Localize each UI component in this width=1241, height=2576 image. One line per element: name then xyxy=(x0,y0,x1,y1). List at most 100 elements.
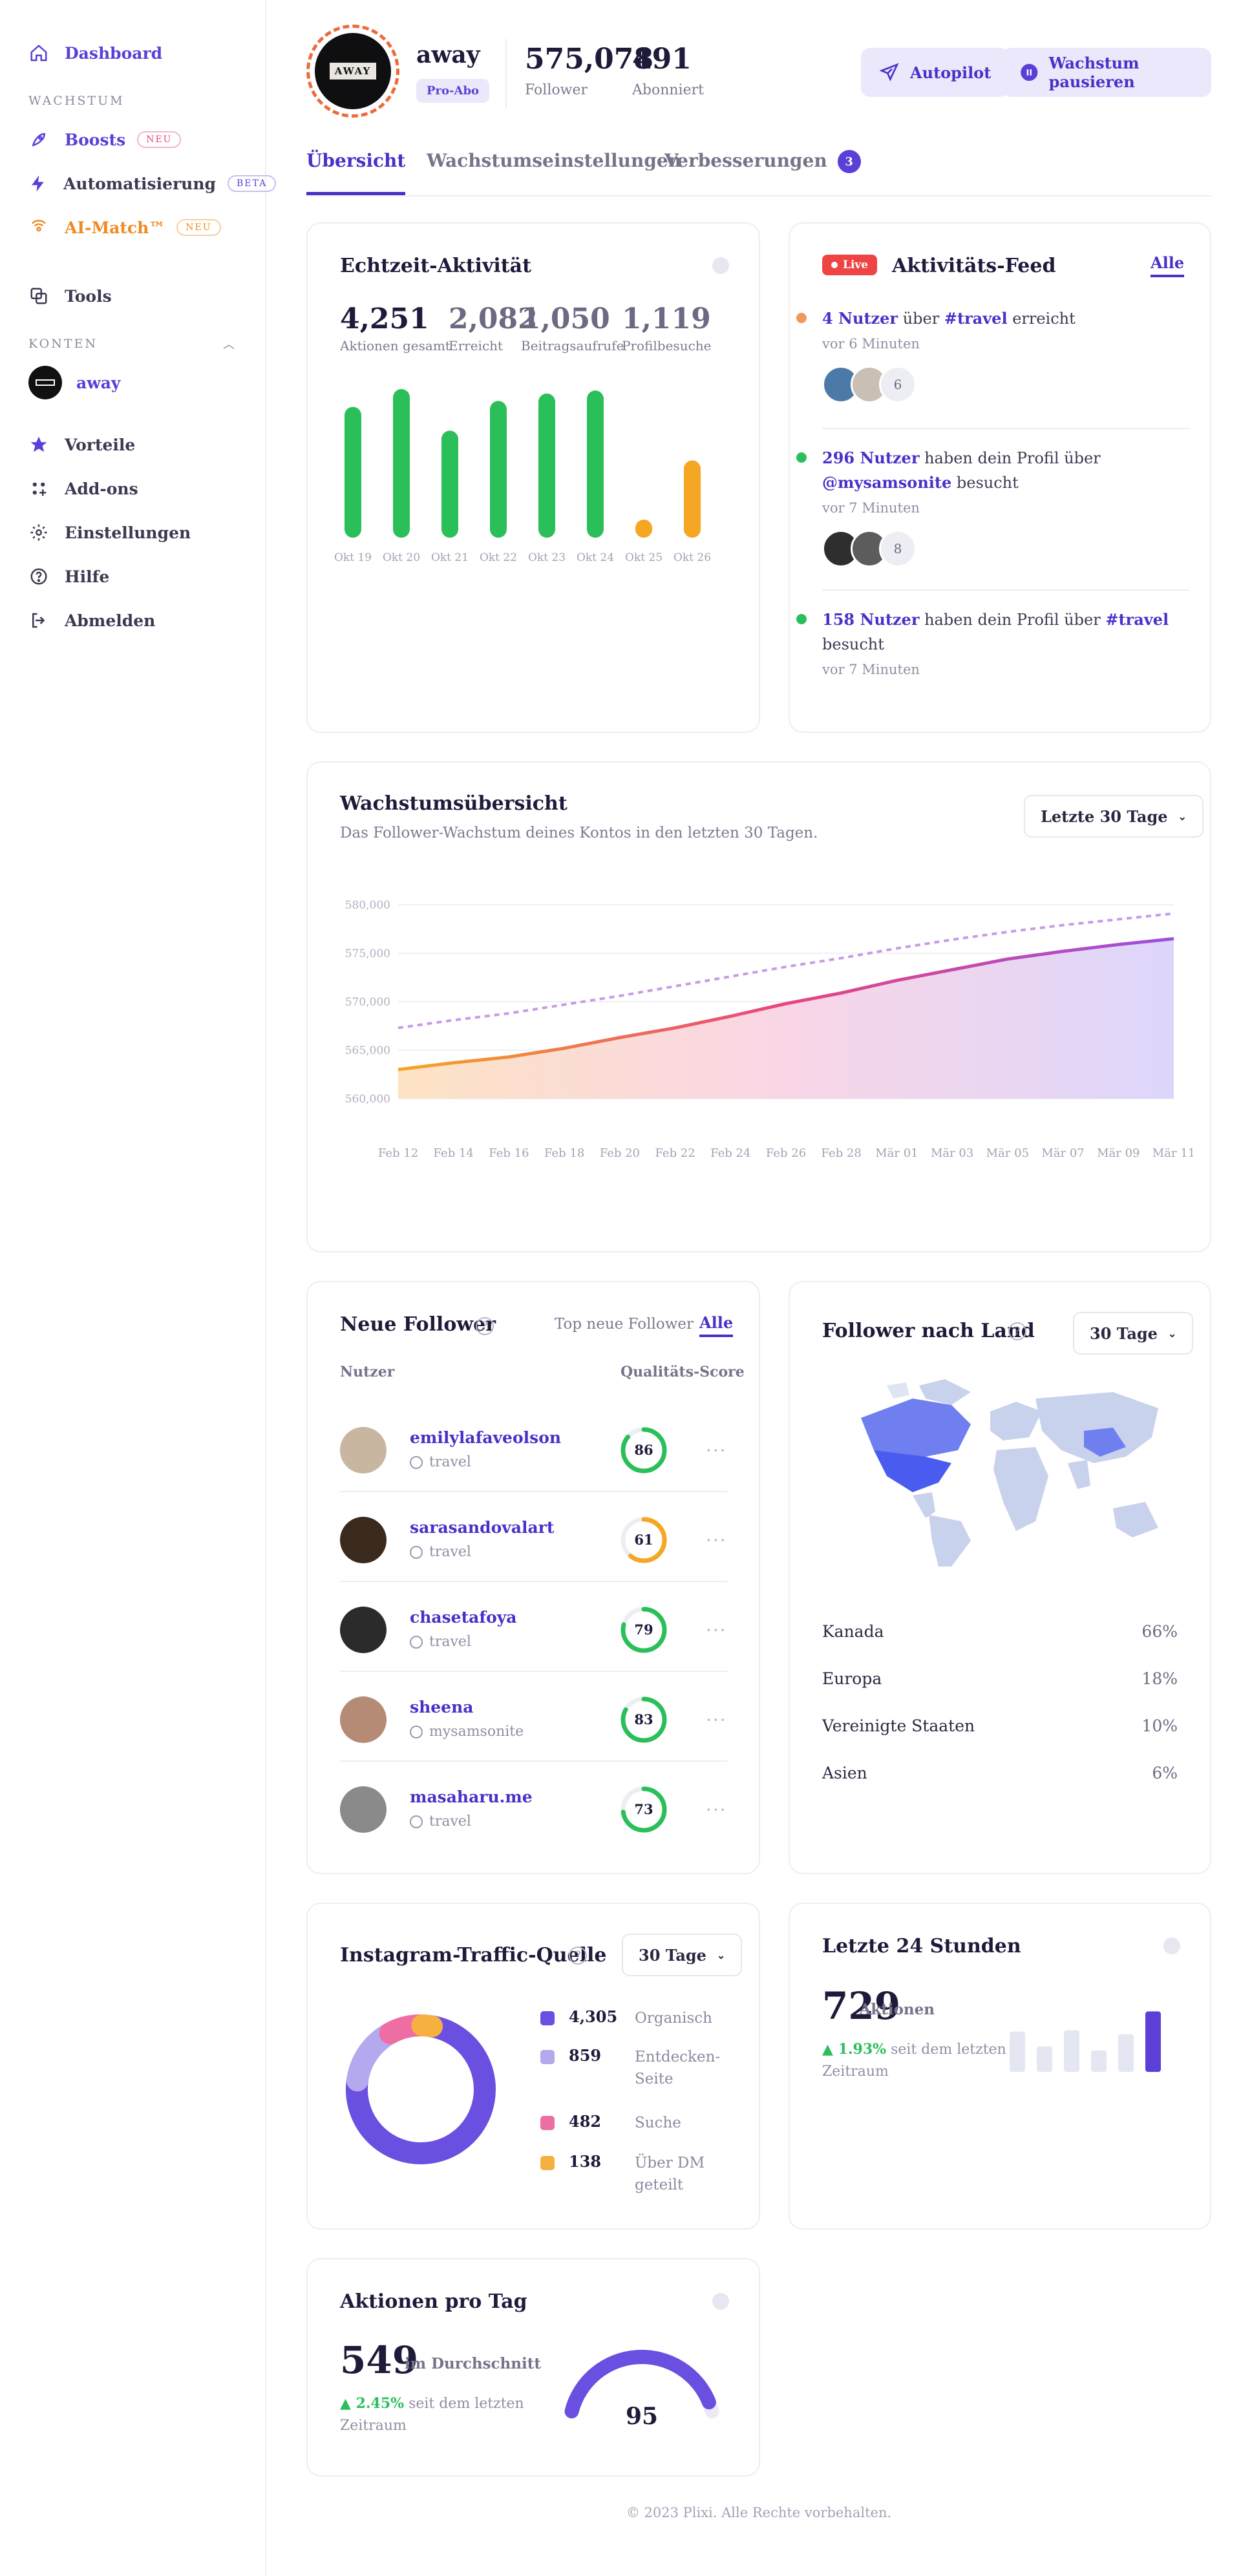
feed-hashtag[interactable]: #travel xyxy=(944,309,1008,328)
legend-label: Organisch xyxy=(635,2010,712,2027)
chevron-down-icon: ⌄ xyxy=(716,1948,726,1961)
nav-help-label: Hilfe xyxy=(65,567,110,586)
autopilot-button[interactable]: Autopilot xyxy=(861,48,1010,97)
nav-addons[interactable]: Add-ons xyxy=(28,467,265,511)
country-row: Asien 6% xyxy=(822,1764,1178,1782)
nav-section-accounts[interactable]: KONTEN ︿ xyxy=(28,327,265,361)
pause-icon xyxy=(1021,63,1038,81)
more-options-icon[interactable]: ··· xyxy=(706,1620,727,1641)
follower-avatar[interactable] xyxy=(340,1427,387,1473)
country-row: Kanada 66% xyxy=(822,1622,1178,1641)
mini-bar xyxy=(1145,2011,1161,2072)
more-options-icon[interactable]: ··· xyxy=(706,1530,727,1551)
more-options-icon[interactable]: ··· xyxy=(706,1799,727,1821)
nav-boosts-label: Boosts xyxy=(65,130,126,149)
feed-count[interactable]: 158 Nutzer xyxy=(822,610,919,629)
nav-aimatch[interactable]: AI-Match™ NEU xyxy=(28,206,265,249)
legend-value: 482 xyxy=(569,2112,602,2131)
perday-change: ▲ 2.45% seit dem letzten Zeitraum xyxy=(340,2392,527,2437)
follower-row[interactable]: masaharu.me travel 73 ··· xyxy=(340,1760,728,1850)
signal-icon xyxy=(28,217,49,238)
help-icon[interactable]: ? xyxy=(476,1317,494,1335)
score-value: 83 xyxy=(634,1711,653,1727)
more-options-icon[interactable]: ··· xyxy=(706,1440,727,1461)
perday-title: Aktionen pro Tag xyxy=(340,2290,527,2313)
nav-automation[interactable]: Automatisierung BETA xyxy=(28,162,277,206)
traffic-range-select[interactable]: 30 Tage ⌄ xyxy=(622,1934,743,1976)
follower-username[interactable]: chasetafoya xyxy=(410,1608,516,1627)
more-avatars-count[interactable]: 6 xyxy=(879,366,917,403)
map-region xyxy=(1113,1502,1158,1537)
feed-text: 4 Nutzer über #travel erreicht xyxy=(822,306,1184,331)
more-avatars-count[interactable]: 8 xyxy=(879,530,917,567)
growth-area xyxy=(398,938,1174,1099)
tab-growth-settings[interactable]: Wachstumseinstellungen xyxy=(427,150,681,195)
follower-avatar[interactable] xyxy=(340,1786,387,1833)
feed-all-link[interactable]: Alle xyxy=(1151,253,1185,277)
account-avatar xyxy=(28,366,62,399)
map-region xyxy=(993,1447,1048,1531)
follower-row[interactable]: chasetafoya travel 79 ··· xyxy=(340,1581,728,1670)
tab-top-followers[interactable]: Top neue Follower xyxy=(555,1316,694,1333)
nav-settings[interactable]: Einstellungen xyxy=(28,511,265,554)
bar-x-label: Okt 20 xyxy=(383,551,420,564)
source-circle-icon xyxy=(410,1635,423,1649)
map-region xyxy=(990,1402,1042,1441)
country-range-select[interactable]: 30 Tage ⌄ xyxy=(1073,1312,1194,1355)
legend-label: Suche xyxy=(635,2115,681,2131)
nav-account-away[interactable]: away xyxy=(28,361,265,405)
country-name: Vereinigte Staaten xyxy=(822,1716,975,1735)
growth-range-select[interactable]: Letzte 30 Tage ⌄ xyxy=(1024,795,1204,838)
live-badge: Live xyxy=(822,255,878,275)
realtime-menu-dot[interactable] xyxy=(712,257,729,274)
follower-username[interactable]: emilylafaveolson xyxy=(410,1428,561,1447)
following-count: 491 xyxy=(632,43,692,76)
chevron-up-icon[interactable]: ︿ xyxy=(223,335,237,352)
follower-row[interactable]: sarasandovalart travel 61 ··· xyxy=(340,1491,728,1580)
nav-help[interactable]: Hilfe xyxy=(28,554,265,598)
follower-row[interactable]: emilylafaveolson travel 86 ··· xyxy=(340,1401,728,1490)
feed-mention[interactable]: @mysamsonite xyxy=(822,473,951,492)
follower-username[interactable]: masaharu.me xyxy=(410,1788,533,1806)
nav-perks[interactable]: Vorteile xyxy=(28,423,265,467)
help-icon[interactable]: ? xyxy=(1008,1322,1026,1340)
perday-menu-dot[interactable] xyxy=(712,2293,729,2310)
feed-count[interactable]: 296 Nutzer xyxy=(822,449,919,467)
traffic-range-label: 30 Tage xyxy=(639,1945,706,1965)
quality-score-ring: 83 xyxy=(620,1696,667,1743)
mini-bar xyxy=(1010,2031,1025,2072)
help-icon[interactable]: ? xyxy=(569,1947,587,1965)
home-icon xyxy=(28,43,49,63)
growth-title: Wachstumsübersicht xyxy=(340,792,567,815)
nav-boosts[interactable]: Boosts NEU xyxy=(28,118,265,162)
nav-dashboard[interactable]: Dashboard xyxy=(28,31,265,75)
x-tick-label: Mär 03 xyxy=(931,1146,973,1160)
quality-score-ring: 73 xyxy=(620,1786,667,1833)
follower-avatar[interactable] xyxy=(340,1517,387,1563)
activity-bar xyxy=(441,430,458,538)
last24-menu-dot[interactable] xyxy=(1163,1937,1180,1954)
follower-row[interactable]: sheena mysamsonite 83 ··· xyxy=(340,1671,728,1760)
follower-avatar[interactable] xyxy=(340,1607,387,1653)
feed-count[interactable]: 4 Nutzer xyxy=(822,309,898,328)
bar-x-label: Okt 24 xyxy=(577,551,614,564)
tab-bar: Übersicht Wachstumseinstellungen Verbess… xyxy=(306,150,1211,196)
y-tick-label: 575,000 xyxy=(345,947,390,960)
chevron-down-icon: ⌄ xyxy=(1178,810,1187,823)
tab-overview[interactable]: Übersicht xyxy=(306,150,406,195)
tab-all-followers[interactable]: Alle xyxy=(699,1313,734,1337)
follower-username[interactable]: sarasandovalart xyxy=(410,1518,554,1537)
nav-logout[interactable]: Abmelden xyxy=(28,598,265,642)
feed-title: Aktivitäts-Feed xyxy=(892,255,1056,277)
tab-improvements[interactable]: Verbesserungen 3 xyxy=(664,150,861,195)
pause-growth-label: Wachstum pausieren xyxy=(1048,54,1140,91)
activity-bar xyxy=(490,401,507,538)
nav-tools[interactable]: Tools xyxy=(28,274,265,318)
pause-growth-button[interactable]: Wachstum pausieren xyxy=(1002,48,1211,97)
feed-hashtag[interactable]: #travel xyxy=(1105,610,1169,629)
follower-username[interactable]: sheena xyxy=(410,1698,473,1716)
rt-stat-value: 1,050 xyxy=(521,302,610,335)
feed-dot-icon xyxy=(796,452,807,463)
follower-avatar[interactable] xyxy=(340,1696,387,1743)
more-options-icon[interactable]: ··· xyxy=(706,1709,727,1731)
